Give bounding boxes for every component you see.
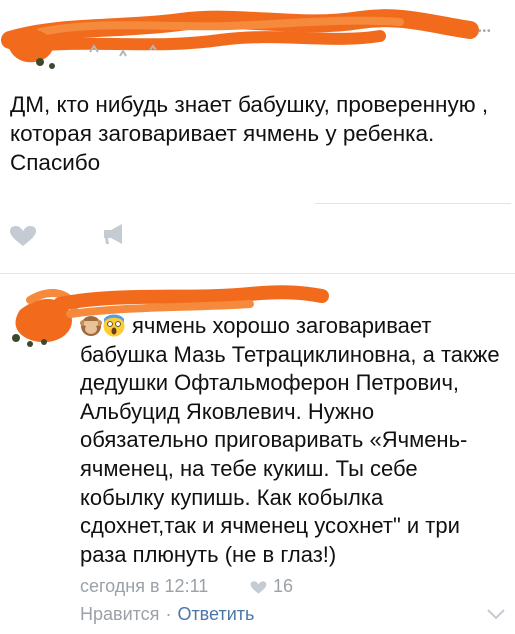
megaphone-icon[interactable] — [102, 223, 126, 245]
separator-line — [315, 203, 511, 204]
heart-icon[interactable] — [250, 580, 267, 595]
post-divider — [0, 273, 515, 274]
post-text: ДМ, кто нибудь знает бабушку, проверенну… — [10, 92, 489, 175]
separator-dot: · — [165, 604, 172, 624]
more-options-icon[interactable]: ••• — [478, 26, 492, 37]
like-button[interactable]: Нравится — [80, 604, 159, 624]
reply-button[interactable]: Ответить — [177, 604, 254, 624]
comment-actions: Нравится · Ответить — [80, 604, 254, 625]
like-count: 16 — [273, 576, 294, 596]
heart-icon[interactable] — [9, 225, 37, 247]
comment-text: ячмень хорошо заговаривает бабушка Мазь … — [80, 313, 500, 567]
chevron-down-icon[interactable] — [486, 608, 506, 620]
redacted-author-scribble — [1, 9, 479, 69]
comment-timestamp: сегодня в 12:11 — [80, 576, 209, 596]
